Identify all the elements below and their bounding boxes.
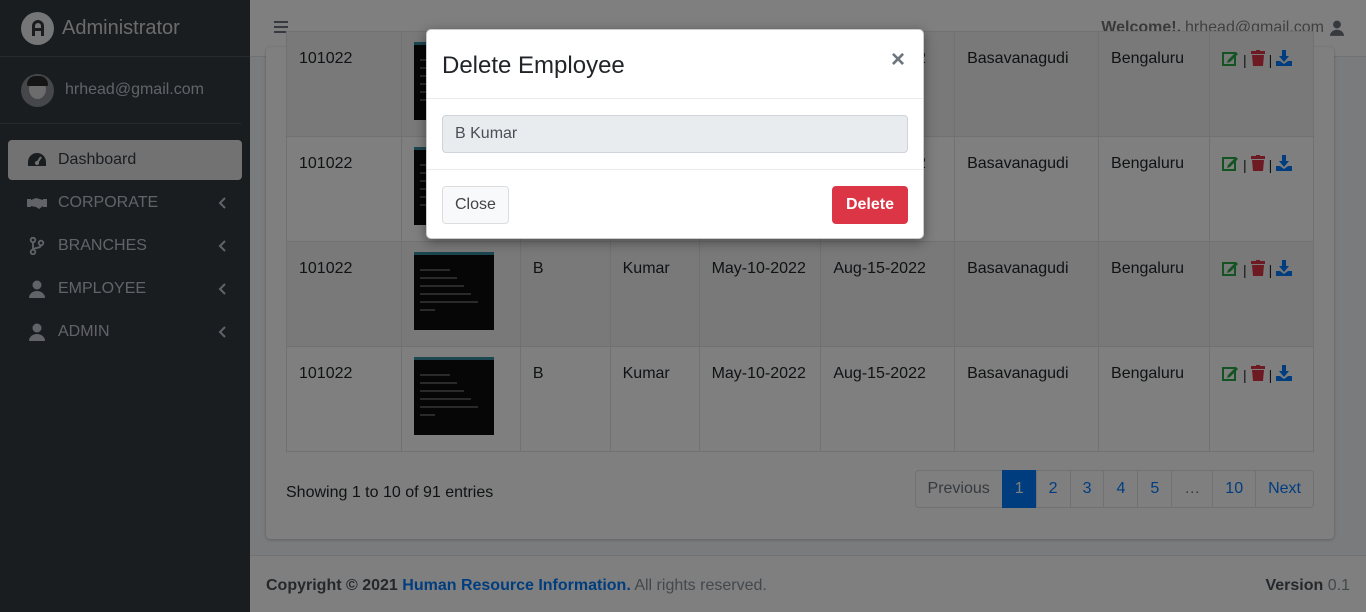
close-button[interactable]: Close bbox=[442, 186, 509, 224]
modal-header: Delete Employee × bbox=[427, 30, 923, 99]
modal-title: Delete Employee bbox=[442, 52, 625, 79]
modal-body bbox=[427, 99, 923, 170]
delete-button[interactable]: Delete bbox=[831, 186, 908, 224]
employee-name-field[interactable] bbox=[442, 115, 908, 153]
modal-footer: Close Delete bbox=[427, 170, 923, 238]
close-icon[interactable]: × bbox=[891, 48, 905, 72]
delete-employee-modal: Delete Employee × Close Delete bbox=[426, 29, 924, 239]
